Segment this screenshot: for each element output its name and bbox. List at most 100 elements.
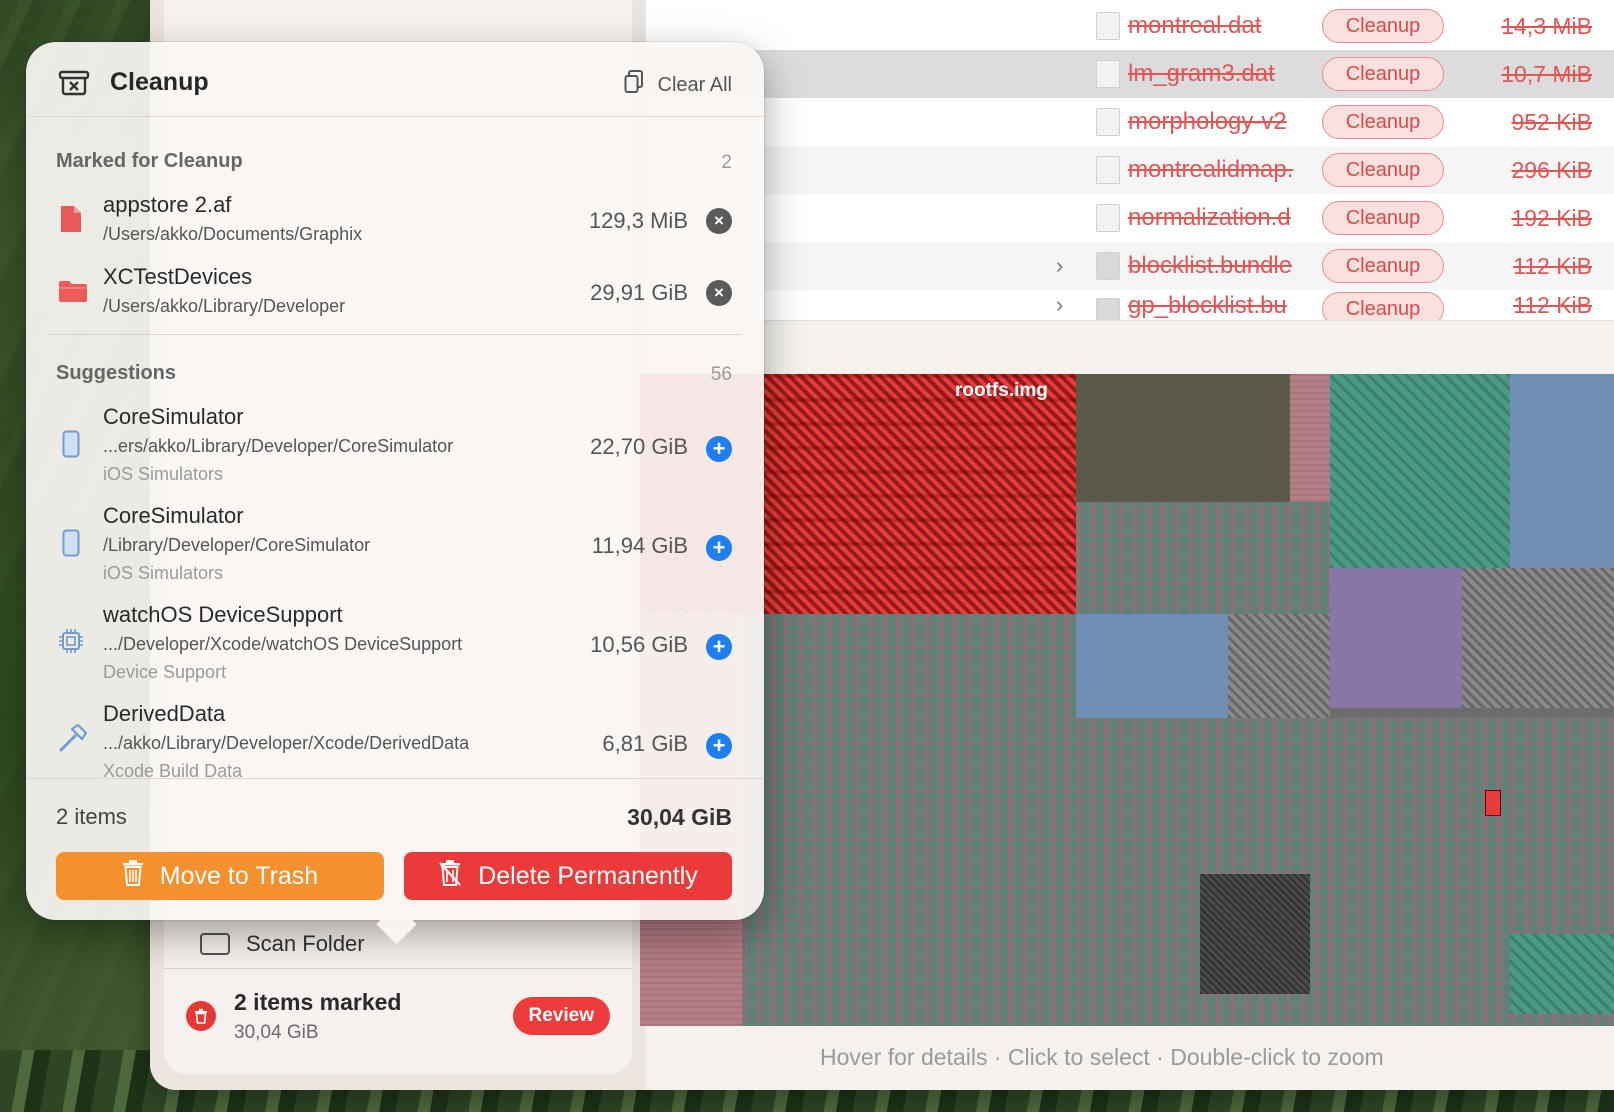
item-category: Device Support <box>103 662 227 682</box>
document-icon <box>1096 12 1120 40</box>
file-size: 112 KiB <box>1513 252 1592 279</box>
file-row[interactable]: normalization.d Cleanup 192 KiB <box>646 194 1614 242</box>
treemap-cell-marked-small[interactable] <box>1485 790 1501 816</box>
suggestion-item[interactable]: CoreSimulator /Library/Developer/CoreSim… <box>26 503 764 599</box>
document-icon <box>1096 204 1120 232</box>
add-icon[interactable]: + <box>706 436 732 462</box>
file-row[interactable]: › gp_blocklist.bu Cleanup 112 KiB <box>646 290 1614 320</box>
scan-folder-label: Scan Folder <box>246 931 365 956</box>
treemap-cell[interactable] <box>1290 374 1330 502</box>
chip-icon <box>58 628 84 658</box>
add-icon[interactable]: + <box>706 634 732 660</box>
treemap[interactable] <box>640 374 1614 1026</box>
trash-icon <box>186 1001 216 1031</box>
item-name: DerivedData <box>103 701 226 726</box>
file-size: 10,7 MiB <box>1501 60 1592 87</box>
add-icon[interactable]: + <box>706 733 732 759</box>
item-path: /Library/Developer/CoreSimulator <box>103 535 371 555</box>
iphone-icon <box>62 430 88 460</box>
archive-box-icon <box>58 70 90 101</box>
suggestion-item[interactable]: watchOS DeviceSupport .../Developer/Xcod… <box>26 602 764 698</box>
move-to-trash-button[interactable]: Move to Trash <box>56 852 384 900</box>
cleanup-badge[interactable]: Cleanup <box>1322 292 1444 320</box>
footer-item-count: 2 items <box>56 804 127 829</box>
treemap-label: rootfs.img <box>955 380 1048 401</box>
footer-divider <box>26 778 764 779</box>
bundle-icon <box>1096 298 1120 320</box>
cleanup-badge[interactable]: Cleanup <box>1322 9 1444 43</box>
move-to-trash-label: Move to Trash <box>159 861 319 890</box>
delete-permanently-button[interactable]: Delete Permanently <box>404 852 732 900</box>
file-name: montreal.dat <box>1128 12 1262 39</box>
cleanup-badge[interactable]: Cleanup <box>1322 201 1444 235</box>
section-count-suggestions: 56 <box>710 364 732 385</box>
popover-header: Cleanup Clear All <box>26 42 764 117</box>
chevron-right-icon[interactable]: › <box>1056 292 1063 318</box>
treemap-cell[interactable] <box>1510 374 1614 568</box>
remove-icon[interactable]: × <box>706 280 732 306</box>
file-name: lm_gram3.dat <box>1128 60 1275 87</box>
treemap-cell[interactable] <box>1462 568 1614 708</box>
file-name: blocklist.bundle <box>1128 252 1293 279</box>
item-name: watchOS DeviceSupport <box>103 602 343 627</box>
clear-all-button[interactable]: Clear All <box>624 70 732 100</box>
treemap-cell[interactable] <box>1330 568 1462 708</box>
iphone-icon <box>62 529 88 559</box>
item-name: CoreSimulator <box>103 404 244 429</box>
treemap-cell-rootfs[interactable] <box>1076 374 1290 502</box>
remove-icon[interactable]: × <box>706 208 732 234</box>
clear-all-label: Clear All <box>657 73 732 96</box>
file-size: 14,3 MiB <box>1501 12 1592 39</box>
file-size: 952 KiB <box>1511 108 1592 135</box>
file-name: gp_blocklist.bu <box>1128 292 1287 319</box>
file-name: morphology-v2 <box>1128 108 1287 135</box>
item-size: 6,81 GiB <box>602 731 688 756</box>
marked-item[interactable]: XCTestDevices /Users/akko/Library/Develo… <box>26 260 764 328</box>
file-size: 112 KiB <box>1513 292 1592 318</box>
section-count-marked: 2 <box>721 152 732 173</box>
marked-item[interactable]: appstore 2.af /Users/akko/Documents/Grap… <box>26 188 764 256</box>
cleanup-popover: Cleanup Clear All Marked for Cleanup 2 a… <box>26 42 764 946</box>
bundle-icon <box>1096 252 1120 280</box>
hammer-icon <box>58 723 88 753</box>
item-size: 10,56 GiB <box>590 632 688 657</box>
document-icon <box>1096 156 1120 184</box>
chevron-right-icon[interactable]: › <box>1056 253 1063 279</box>
treemap-cell[interactable] <box>1076 502 1330 614</box>
file-size: 296 KiB <box>1511 156 1592 183</box>
item-name: XCTestDevices <box>103 264 253 289</box>
suggestion-item[interactable]: CoreSimulator ...ers/akko/Library/Develo… <box>26 404 764 500</box>
treemap-cell[interactable] <box>742 614 1076 1026</box>
cleanup-badge[interactable]: Cleanup <box>1322 57 1444 91</box>
suggestion-item[interactable]: DerivedData .../akko/Library/Developer/X… <box>26 701 764 778</box>
file-row[interactable]: montrealidmap. Cleanup 296 KiB <box>646 146 1614 194</box>
file-row[interactable]: › blocklist.bundle Cleanup 112 KiB <box>646 242 1614 290</box>
cleanup-badge[interactable]: Cleanup <box>1322 153 1444 187</box>
treemap-cell[interactable] <box>1228 614 1330 718</box>
file-row[interactable]: lm_gram3.dat Cleanup 10,7 MiB <box>646 50 1614 98</box>
treemap-cell[interactable] <box>1200 874 1310 994</box>
cleanup-badge[interactable]: Cleanup <box>1322 105 1444 139</box>
suggestions-list: CoreSimulator ...ers/akko/Library/Develo… <box>26 398 764 778</box>
treemap-cell[interactable] <box>1510 934 1614 1014</box>
footer-total-size: 30,04 GiB <box>627 804 732 830</box>
item-path: /Users/akko/Library/Developer <box>103 296 346 316</box>
review-button[interactable]: Review <box>512 997 610 1035</box>
marked-count-label: 2 items marked <box>234 988 402 1015</box>
file-row[interactable]: morphology-v2 Cleanup 952 KiB <box>646 98 1614 146</box>
section-title-marked: Marked for Cleanup <box>56 150 243 172</box>
item-size: 22,70 GiB <box>590 434 688 459</box>
item-category: iOS Simulators <box>103 464 224 484</box>
document-icon <box>58 204 84 234</box>
item-name: appstore 2.af <box>103 192 232 217</box>
treemap-cell[interactable] <box>1076 614 1228 718</box>
document-icon <box>1096 108 1120 136</box>
cleanup-badge[interactable]: Cleanup <box>1322 249 1444 283</box>
marked-summary-bar[interactable]: 2 items marked 30,04 GiB Review <box>186 980 616 1052</box>
file-row[interactable]: montreal.dat Cleanup 14,3 MiB <box>646 2 1614 50</box>
folder-icon <box>58 278 88 308</box>
item-size: 129,3 MiB <box>588 208 688 233</box>
item-path: ...ers/akko/Library/Developer/CoreSimula… <box>103 436 454 456</box>
treemap-cell[interactable] <box>1330 374 1510 568</box>
add-icon[interactable]: + <box>706 535 732 561</box>
